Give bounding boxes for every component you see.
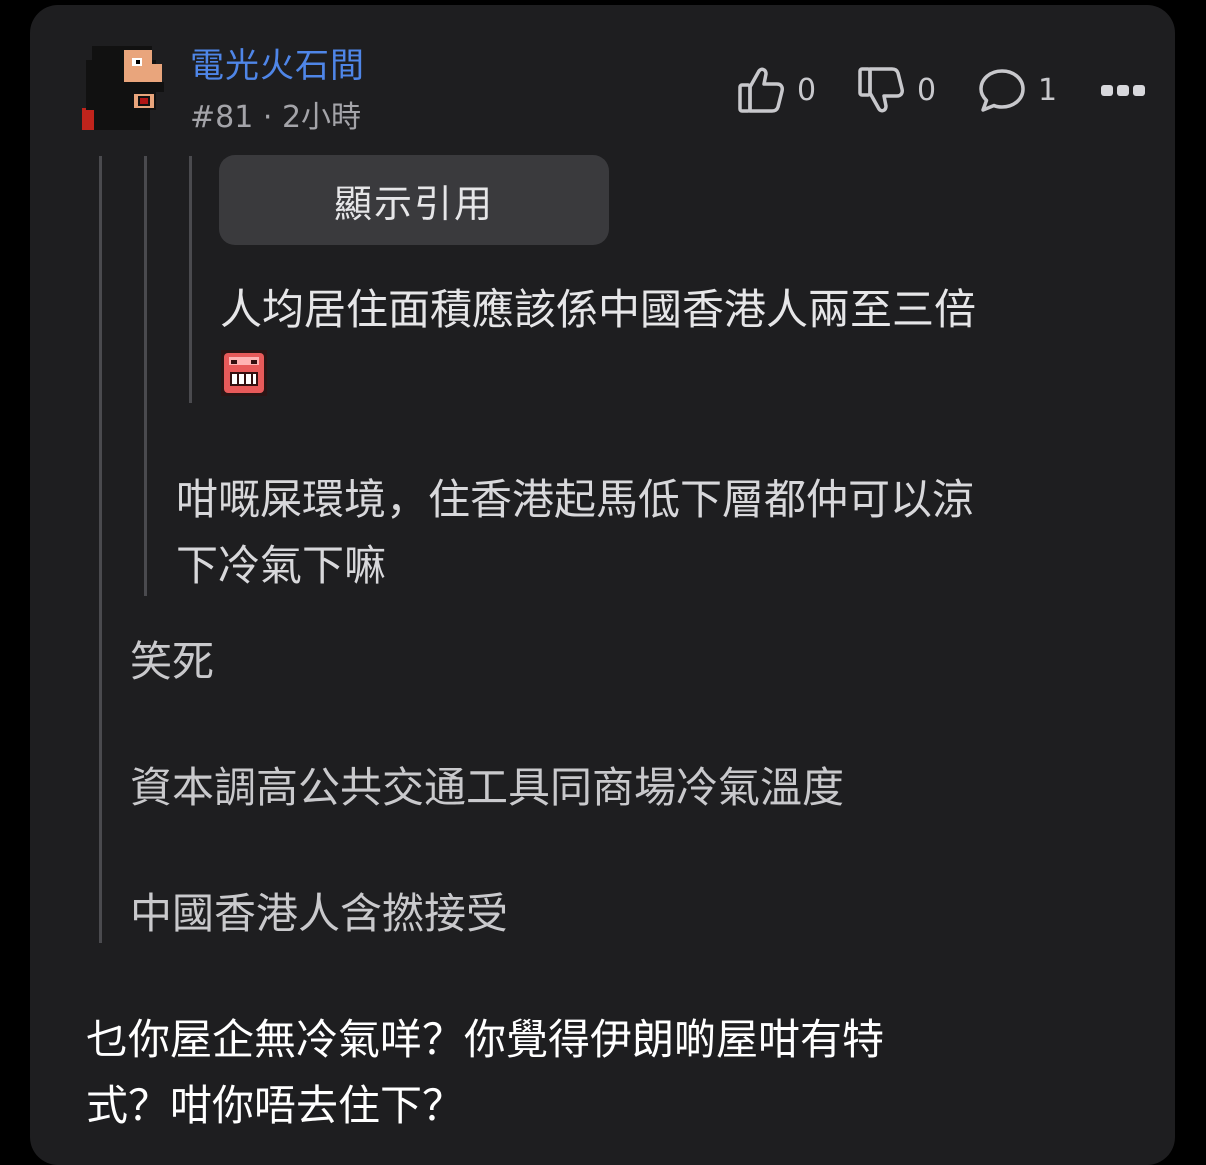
quote-bar-level2 xyxy=(189,156,192,403)
quote-bar-level0 xyxy=(99,156,102,943)
comment-icon xyxy=(979,69,1025,112)
quote-level1-line1: 咁嘅屎環境，住香港起馬低下層都仲可以涼 xyxy=(176,475,975,524)
username[interactable]: 電光火石間 xyxy=(190,38,365,87)
avatar[interactable] xyxy=(80,40,174,132)
quote-level0-line1: 笑死 xyxy=(130,637,215,686)
reply-count: 1 xyxy=(1038,72,1058,108)
more-icon xyxy=(1101,85,1145,96)
reply-line1: 乜你屋企無冷氣咩？你覺得伊朗啲屋咁有特 xyxy=(86,1015,885,1064)
reply-button[interactable]: 1 xyxy=(978,62,1057,118)
quote-level1-line2: 下冷氣下嘛 xyxy=(176,541,387,590)
post-time: 2小時 xyxy=(281,100,362,135)
show-quote-button[interactable]: 顯示引用 xyxy=(219,155,609,245)
thumbs-up-icon xyxy=(738,67,784,113)
dislike-button[interactable]: 0 xyxy=(857,62,936,118)
dislike-count: 0 xyxy=(917,72,937,108)
quote-bar-level1 xyxy=(144,156,147,596)
reply-line2: 式？咁你唔去住下？ xyxy=(86,1081,465,1130)
like-button[interactable]: 0 xyxy=(737,62,816,118)
more-options-button[interactable] xyxy=(1100,62,1148,118)
post-meta: #81 · 2小時 xyxy=(190,92,361,136)
grinning-face-emoji xyxy=(221,350,267,396)
thumbs-down-icon xyxy=(858,67,904,113)
quote-level2-text: 人均居住面積應該係中國香港人兩至三倍 xyxy=(220,285,977,334)
quote-level0-line3: 中國香港人含撚接受 xyxy=(130,889,509,938)
meta-separator: · xyxy=(262,100,273,135)
quote-level0-line2: 資本調高公共交通工具同商場冷氣溫度 xyxy=(130,763,845,812)
post-number: #81 xyxy=(190,100,254,135)
like-count: 0 xyxy=(797,72,817,108)
